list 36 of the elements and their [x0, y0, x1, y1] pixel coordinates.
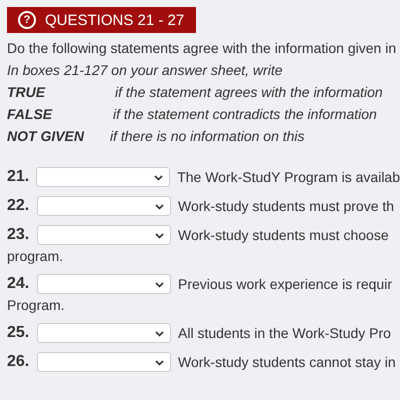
answer-dropdown[interactable] [37, 322, 171, 342]
answer-dropdown[interactable] [37, 196, 171, 216]
note-text: In boxes 21-127 on your answer sheet, write [7, 61, 284, 80]
legend-term: NOT GIVEN [7, 127, 86, 146]
question-statement: All students in the Work-Study Pro [178, 324, 391, 340]
chevron-down-icon [154, 174, 164, 180]
answer-dropdown[interactable] [37, 274, 171, 294]
instruction-text: Do the following statements agree with the information given in [7, 39, 398, 58]
chevron-down-icon [155, 282, 164, 288]
question-number: 23. [7, 226, 30, 244]
question-statement: Work-study students must choose [178, 226, 389, 242]
chevron-down-icon [155, 360, 164, 366]
question-number: 24. [7, 274, 30, 292]
legend-term: FALSE [7, 105, 54, 124]
question-statement: Work-study students must prove th [178, 198, 394, 214]
answer-dropdown[interactable] [37, 352, 171, 372]
question-statement: program. [7, 247, 64, 266]
question-statement: Work-study students cannot stay in [178, 354, 396, 370]
chevron-down-icon [155, 232, 164, 238]
chevron-down-icon [155, 330, 164, 336]
header-title: QUESTIONS 21 - 27 [45, 12, 184, 28]
answer-dropdown[interactable] [37, 224, 171, 244]
question-statement: Program. [7, 296, 66, 315]
answer-dropdown[interactable] [36, 166, 170, 186]
question-number: 25. [7, 324, 30, 342]
question-number: 22. [7, 196, 30, 214]
legend-term: TRUE [7, 83, 46, 102]
question-statement: The Work-StudY Program is availab [177, 168, 400, 184]
help-icon: ? [18, 11, 36, 29]
legend-meaning: if the statement agrees with the information [115, 83, 383, 102]
question-number: 26. [7, 352, 30, 370]
legend-meaning: if there is no information on this [110, 127, 305, 146]
legend-meaning: if the statement contradicts the information [113, 105, 377, 124]
question-statement: Previous work experience is requir [178, 276, 392, 292]
question-number: 21. [7, 168, 30, 186]
chevron-down-icon [155, 204, 164, 210]
